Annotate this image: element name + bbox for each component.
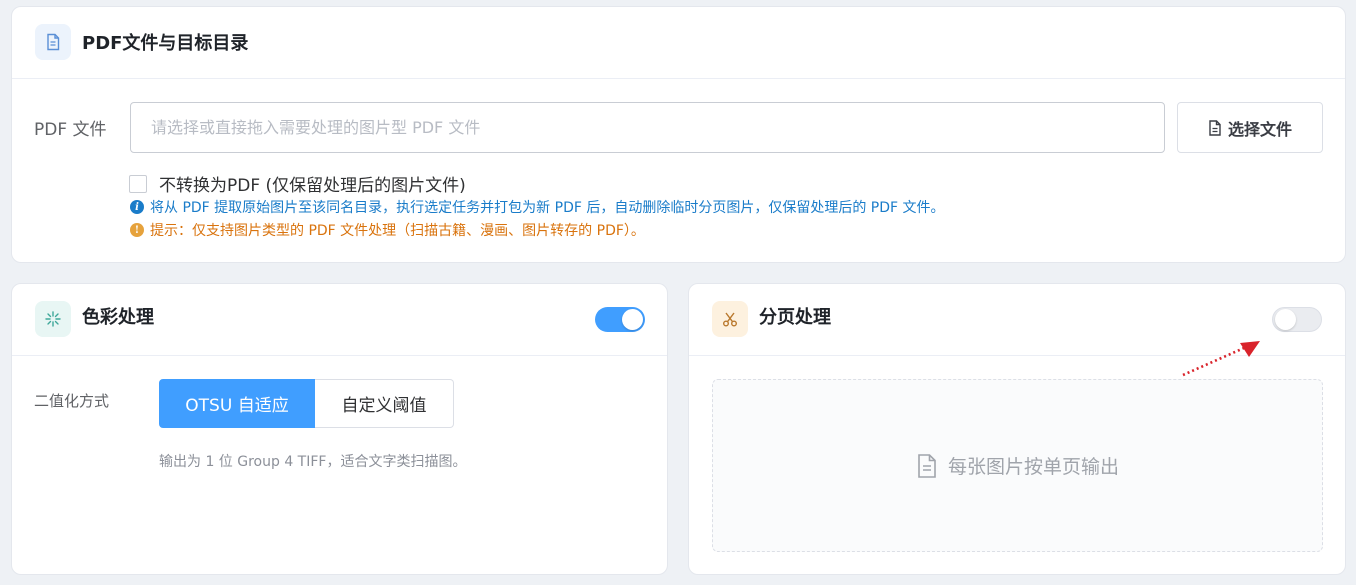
info-note-text: 将从 PDF 提取原始图片至该同名目录，执行选定任务并打包为新 PDF 后，自动… (150, 200, 945, 216)
color-processing-toggle[interactable] (595, 307, 645, 332)
split-empty-text: 每张图片按单页输出 (947, 456, 1119, 478)
info-note: i 将从 PDF 提取原始图片至该同名目录，执行选定任务并打包为新 PDF 后，… (130, 197, 945, 217)
annotation-arrow-icon (1182, 341, 1260, 377)
custom-threshold-option[interactable]: 自定义阈值 (315, 379, 454, 428)
color-section-card: 色彩处理 二值化方式 OTSU 自适应 自定义阈值 输出为 1 位 Group … (11, 283, 668, 575)
document-icon (1209, 119, 1221, 136)
warning-note-text: 提示：仅支持图片类型的 PDF 文件处理（扫描古籍、漫画、图片转存的 PDF）。 (150, 223, 645, 239)
pdf-file-label: PDF 文件 (34, 120, 107, 140)
scissors-icon (712, 301, 748, 337)
binarize-method-selector: OTSU 自适应 自定义阈值 (159, 379, 454, 428)
sparkle-icon (35, 301, 71, 337)
color-section-header: 色彩处理 (12, 284, 667, 356)
pdf-section-card: PDF文件与目标目录 PDF 文件 选择文件 不转换为PDF (仅保留处理后的图… (11, 6, 1346, 263)
info-icon: i (130, 200, 144, 214)
choose-file-button[interactable]: 选择文件 (1177, 102, 1323, 153)
warning-icon: ! (130, 223, 144, 237)
pdf-file-input[interactable] (130, 102, 1165, 153)
pdf-section-title: PDF文件与目标目录 (82, 33, 249, 54)
split-section-card: 分页处理 每张图片按单页输出 (688, 283, 1346, 575)
no-convert-checkbox[interactable] (129, 174, 147, 193)
warning-note: ! 提示：仅支持图片类型的 PDF 文件处理（扫描古籍、漫画、图片转存的 PDF… (130, 220, 645, 240)
color-section-title: 色彩处理 (82, 307, 154, 328)
pdf-section-header: PDF文件与目标目录 (12, 7, 1345, 79)
otsu-adaptive-option[interactable]: OTSU 自适应 (159, 379, 315, 428)
toggle-knob (1275, 309, 1296, 330)
binarize-description: 输出为 1 位 Group 4 TIFF，适合文字类扫描图。 (159, 454, 467, 470)
choose-file-label: 选择文件 (1227, 119, 1292, 139)
no-convert-option[interactable]: 不转换为PDF (仅保留处理后的图片文件) (129, 171, 466, 196)
split-processing-toggle[interactable] (1272, 307, 1322, 332)
document-icon (35, 24, 71, 60)
toggle-knob (622, 309, 643, 330)
document-icon (918, 453, 936, 478)
no-convert-label: 不转换为PDF (仅保留处理后的图片文件) (159, 176, 466, 196)
binarize-method-label: 二值化方式 (34, 392, 110, 410)
split-section-title: 分页处理 (759, 307, 831, 328)
split-empty-state: 每张图片按单页输出 (712, 379, 1323, 552)
